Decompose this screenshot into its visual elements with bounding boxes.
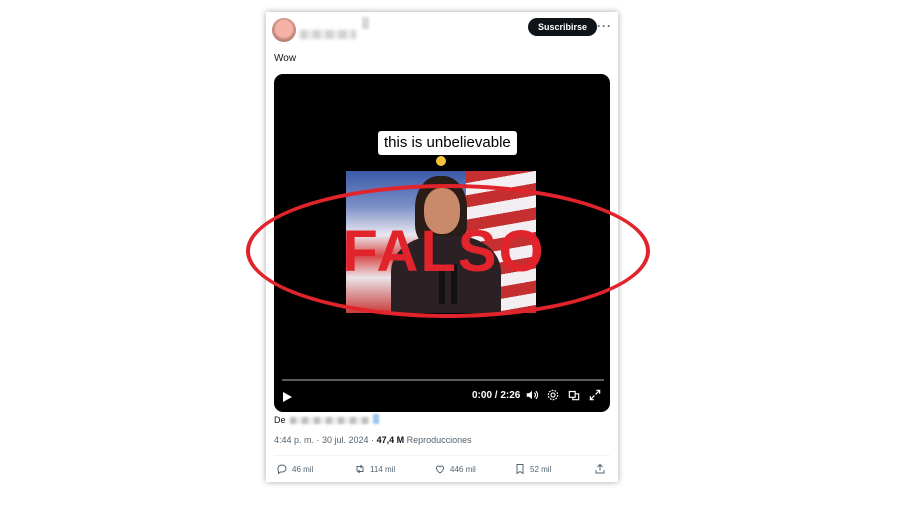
fact-check-stamp: FALSO [342,219,546,284]
reply-count: 46 mil [292,464,314,474]
bookmark-button[interactable]: 52 mil [514,463,551,475]
retweet-icon [356,464,364,474]
views-label: Reproducciones [404,435,472,445]
tweet-text: Wow [274,53,297,64]
video-time: 0:00 / 2:26 [472,390,521,401]
volume-icon[interactable] [525,388,539,402]
views-count: 47,4 M [376,435,405,445]
like-icon [435,465,445,474]
source-account-blurred[interactable] [290,417,370,424]
share-icon [595,463,605,474]
reply-icon [277,464,287,475]
like-count: 446 mil [450,464,476,474]
share-button[interactable] [594,463,606,475]
timestamp[interactable]: 4:44 p. m. · 30 jul. 2024 · [274,435,377,445]
fullscreen-icon[interactable] [588,388,602,402]
pip-icon[interactable] [567,388,581,402]
action-bar: 46 mil 114 mil 446 mil 52 mil [274,463,610,479]
author-name-blurred[interactable] [300,30,356,39]
verified-badge-blurred [362,17,369,29]
more-options-icon[interactable]: ··· [597,19,612,33]
source-verified-badge [373,414,379,424]
retweet-count: 114 mil [370,464,396,474]
bookmark-icon [516,464,524,475]
subscribe-button[interactable]: Suscribirse [528,18,598,36]
settings-icon[interactable] [546,388,560,402]
video-caption: this is unbelievable [378,131,517,155]
play-icon[interactable] [283,392,292,402]
retweet-button[interactable]: 114 mil [354,463,395,475]
reply-button[interactable]: 46 mil [276,463,313,475]
source-label: De [274,415,286,425]
laughing-emoji-icon [436,156,446,166]
avatar[interactable] [272,18,296,42]
tweet-metadata: 4:44 p. m. · 30 jul. 2024 · 47,4 M Repro… [274,435,472,445]
bookmark-count: 52 mil [530,464,552,474]
video-progress-bar[interactable] [282,379,604,381]
divider [274,455,610,456]
like-button[interactable]: 446 mil [434,463,476,475]
